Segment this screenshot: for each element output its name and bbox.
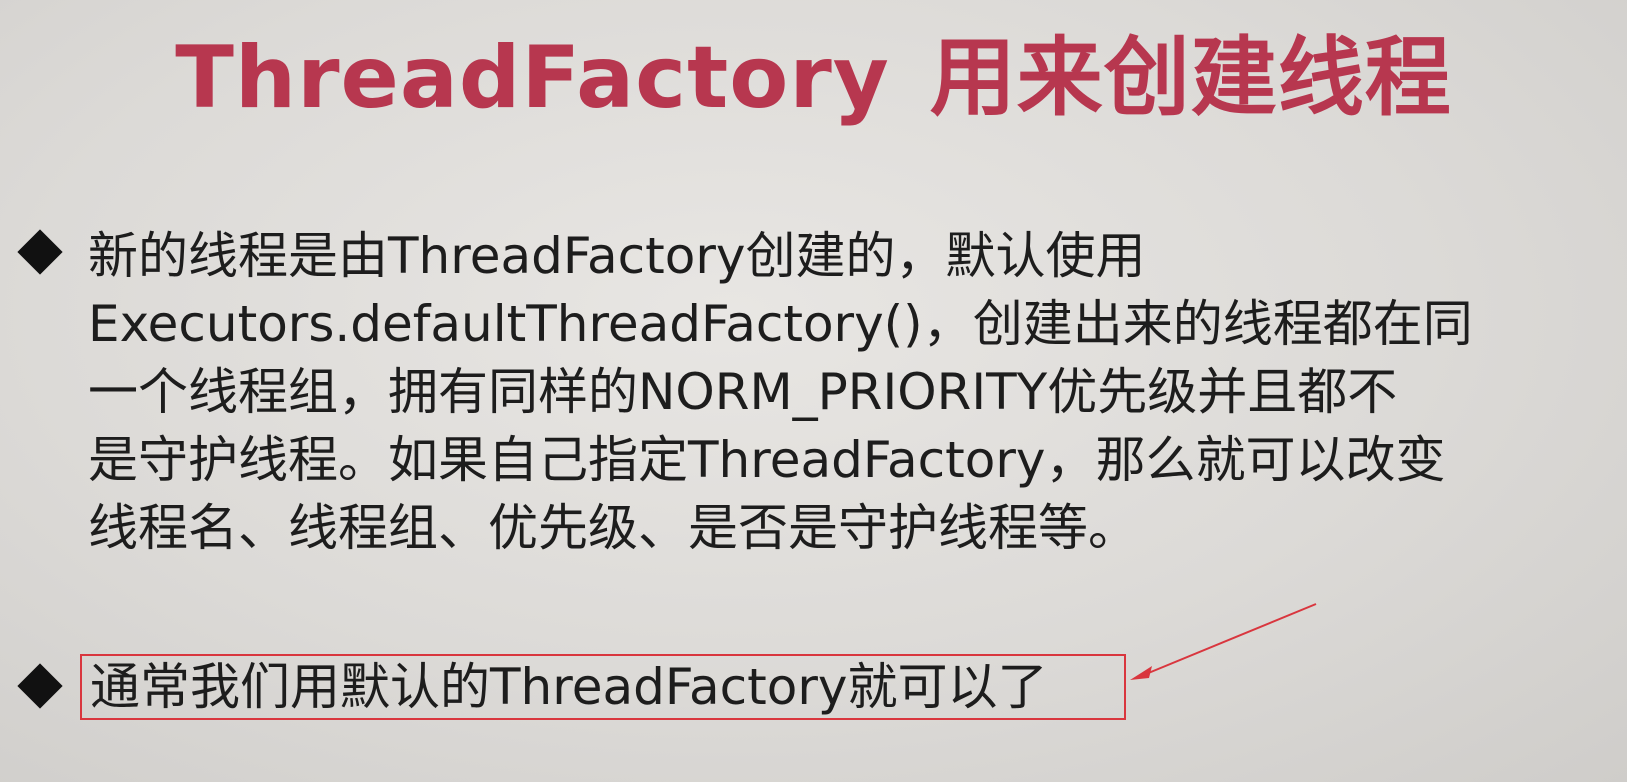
bullet1-line: Executors.defaultThreadFactory()，创建出来的线程… <box>88 295 1473 353</box>
bullet1-line: 线程名、线程组、优先级、是否是守护线程等。 <box>88 499 1138 557</box>
bullet1-line: 一个线程组，拥有同样的NORM_PRIORITY优先级并且都不 <box>88 363 1398 421</box>
bullet1-line: 新的线程是由ThreadFactory创建的，默认使用 <box>88 227 1146 285</box>
diamond-bullet-icon <box>17 229 63 275</box>
bullet2-text: 通常我们用默认的ThreadFactory就可以了 <box>90 658 1048 716</box>
slide-title: ThreadFactory 用来创建线程 <box>0 18 1627 138</box>
slide: ThreadFactory 用来创建线程 新的线程是由ThreadFactory创… <box>0 0 1627 782</box>
title-chinese: 用来创建线程 <box>929 28 1452 128</box>
title-english: ThreadFactory <box>175 28 890 128</box>
bullet1-paragraph: 新的线程是由ThreadFactory创建的，默认使用 Executors.de… <box>88 222 1608 562</box>
bullet1-line: 是守护线程。如果自己指定ThreadFactory，那么就可以改变 <box>88 431 1446 489</box>
diamond-bullet-icon <box>17 663 63 709</box>
